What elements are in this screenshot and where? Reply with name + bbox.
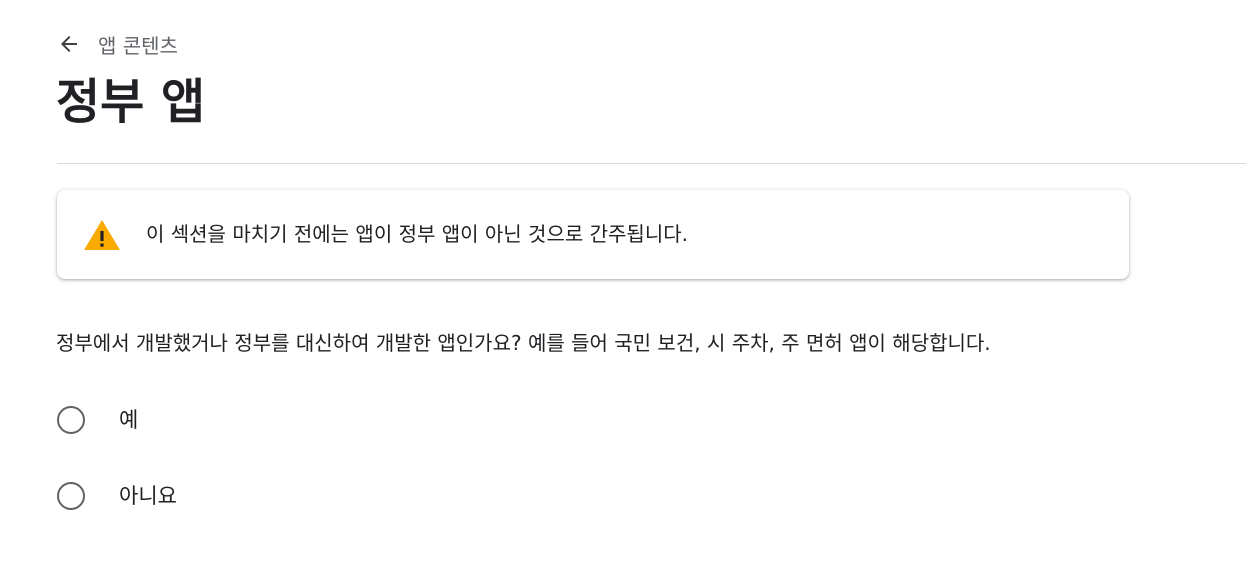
warning-icon xyxy=(83,218,121,252)
radio-label[interactable]: 아니요 xyxy=(119,481,177,511)
question-text: 정부에서 개발했거나 정부를 대신하여 개발한 앱인가요? 예를 들어 국민 보… xyxy=(56,331,991,355)
back-link[interactable]: 앱 콘텐츠 xyxy=(98,30,178,59)
radio-label[interactable]: 예 xyxy=(119,405,138,435)
divider xyxy=(57,163,1246,164)
back-arrow-icon[interactable] xyxy=(57,30,85,58)
radio-button[interactable] xyxy=(57,482,85,510)
warning-banner: 이 섹션을 마치기 전에는 앱이 정부 앱이 아닌 것으로 간주됩니다. xyxy=(57,190,1129,279)
radio-option-no[interactable]: 아니요 xyxy=(57,481,177,511)
breadcrumb[interactable]: 앱 콘텐츠 xyxy=(57,30,178,58)
page-title: 정부 앱 xyxy=(56,74,206,130)
warning-text: 이 섹션을 마치기 전에는 앱이 정부 앱이 아닌 것으로 간주됩니다. xyxy=(146,222,688,246)
radio-button[interactable] xyxy=(57,406,85,434)
page: 앱 콘텐츠 정부 앱 이 섹션을 마치기 전에는 앱이 정부 앱이 아닌 것으로… xyxy=(0,0,1246,580)
radio-option-yes[interactable]: 예 xyxy=(57,405,138,435)
